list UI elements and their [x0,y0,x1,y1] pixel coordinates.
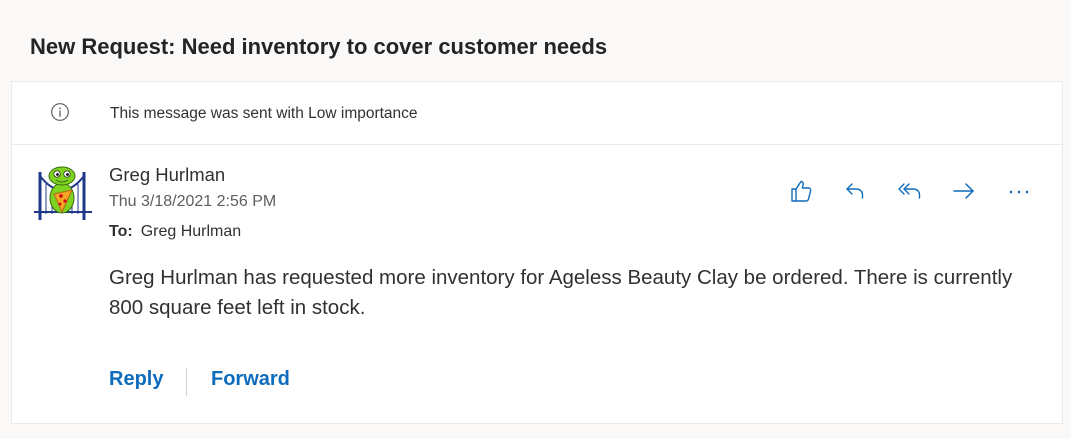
message-card: This message was sent with Low importanc… [11,81,1063,424]
more-icon [1009,190,1029,194]
recipient-line: To: Greg Hurlman [109,223,241,241]
reply-icon [846,183,864,199]
importance-banner: This message was sent with Low importanc… [12,82,1062,145]
subject-bar: New Request: Need inventory to cover cus… [0,0,1071,82]
reply-link[interactable]: Reply [109,368,163,391]
email-subject: New Request: Need inventory to cover cus… [30,34,608,59]
like-icon [791,180,812,202]
info-icon [51,103,69,121]
reply-icon-button[interactable] [838,174,872,208]
importance-text: This message was sent with Low importanc… [110,105,418,122]
like-button[interactable] [784,174,818,208]
reply-all-icon [898,183,921,199]
forward-icon-button[interactable] [947,174,981,208]
forward-link[interactable]: Forward [211,368,290,391]
forward-icon [953,183,974,199]
footer-divider [186,368,187,396]
sender-avatar[interactable] [32,164,94,226]
sender-name[interactable]: Greg Hurlman [109,164,225,186]
sent-date: Thu 3/18/2021 2:56 PM [109,193,277,210]
more-actions-button[interactable] [1002,174,1036,208]
reply-all-button[interactable] [893,174,927,208]
to-label: To: [109,223,133,240]
message-body: Greg Hurlman has requested more inventor… [109,266,1013,319]
recipient-name[interactable]: Greg Hurlman [141,223,241,240]
